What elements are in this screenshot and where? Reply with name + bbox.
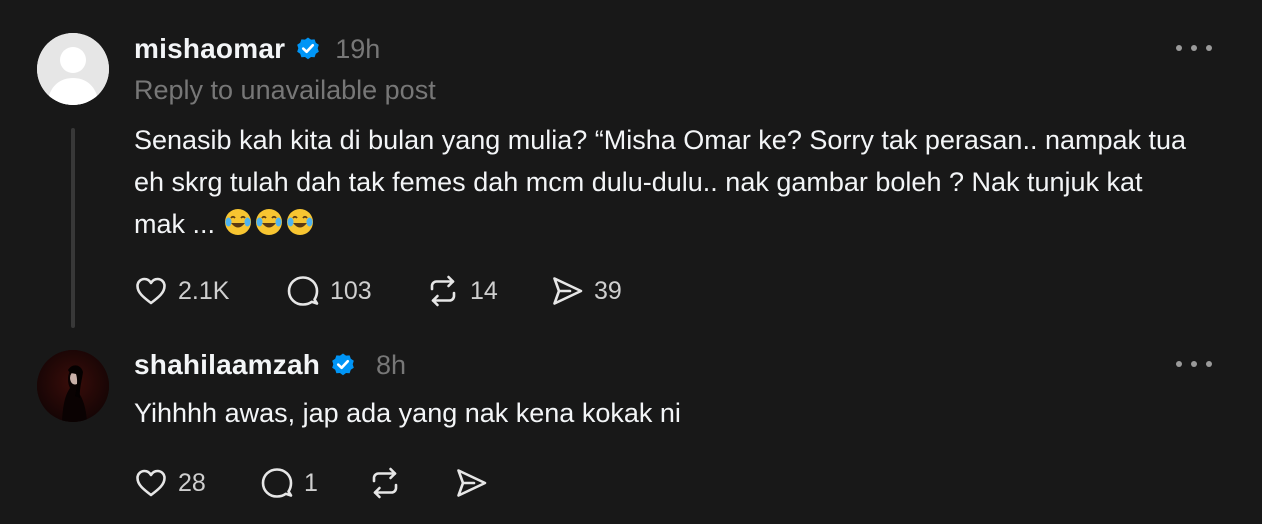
- comment-button[interactable]: 1: [260, 464, 368, 502]
- share-button[interactable]: [454, 464, 514, 502]
- joy-emoji-icon: [286, 209, 313, 235]
- comment-count: 1: [304, 468, 318, 497]
- thread-line: [71, 128, 75, 328]
- verified-badge-icon: [297, 37, 320, 60]
- heart-icon: [136, 277, 166, 305]
- comment-icon: [287, 276, 319, 306]
- post: shahilaamzah 8h Yihhhh awas, jap ada yan…: [0, 330, 1262, 524]
- verified-badge-icon: [332, 353, 354, 376]
- share-count: 39: [594, 276, 622, 305]
- post-time[interactable]: 19h: [335, 34, 380, 65]
- post-text: Senasib kah kita di bulan yang mulia? “M…: [134, 119, 1194, 245]
- comment-count: 103: [330, 276, 372, 305]
- like-button[interactable]: 2.1K: [134, 272, 286, 310]
- username[interactable]: mishaomar: [134, 33, 285, 65]
- avatar[interactable]: [37, 350, 109, 422]
- post-time[interactable]: 8h: [376, 350, 406, 381]
- repost-count: 14: [470, 276, 498, 305]
- profile-photo: [37, 350, 109, 422]
- username[interactable]: shahilaamzah: [134, 349, 320, 381]
- like-count: 2.1K: [178, 276, 230, 305]
- share-button[interactable]: 39: [550, 272, 650, 310]
- repost-icon: [430, 275, 456, 307]
- post-text: Yihhhh awas, jap ada yang nak kena kokak…: [134, 398, 681, 428]
- share-icon: [553, 277, 583, 305]
- joy-emoji-icon: [255, 209, 282, 235]
- post-header: mishaomar 19h: [134, 30, 380, 68]
- repost-icon: [372, 467, 398, 499]
- emoji-group: [223, 209, 316, 239]
- default-avatar-icon: [37, 33, 109, 105]
- heart-icon: [136, 469, 166, 497]
- like-button[interactable]: 28: [134, 464, 260, 502]
- post-actions: 2.1K 103 14 39: [134, 272, 650, 310]
- reply-to-label: Reply to unavailable post: [134, 75, 436, 105]
- avatar[interactable]: [37, 33, 109, 105]
- repost-button[interactable]: [368, 464, 454, 502]
- share-icon: [457, 469, 487, 497]
- like-count: 28: [178, 468, 206, 497]
- comment-button[interactable]: 103: [286, 272, 426, 310]
- repost-button[interactable]: 14: [426, 272, 550, 310]
- post-header: shahilaamzah 8h: [134, 346, 406, 384]
- comment-icon: [261, 468, 293, 498]
- post: mishaomar 19h Reply to unavailable post …: [0, 0, 1262, 330]
- joy-emoji-icon: [224, 209, 251, 235]
- post-actions: 28 1: [134, 464, 514, 502]
- more-icon[interactable]: [1176, 38, 1212, 58]
- more-icon[interactable]: [1176, 354, 1212, 374]
